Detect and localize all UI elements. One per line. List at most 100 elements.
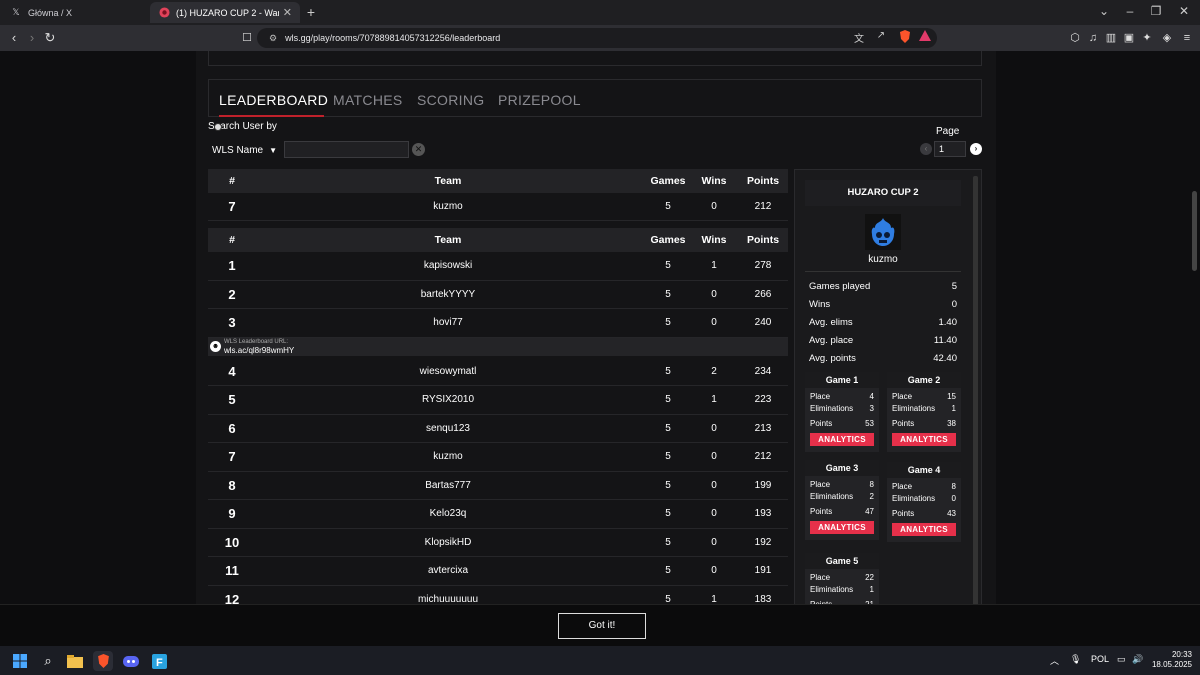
game-card-2: Game 2 Place 15 Eliminations 1 Points 38 AN… <box>887 372 961 452</box>
sidebar-icon[interactable]: ▥ <box>1102 29 1120 47</box>
search-input[interactable] <box>284 141 409 158</box>
brave-rewards-icon[interactable] <box>917 30 933 46</box>
tab-scoring[interactable]: SCORING <box>417 92 484 108</box>
page-number-input[interactable]: 1 <box>934 141 966 157</box>
microphone-icon[interactable]: 🎙 <box>1070 654 1081 665</box>
media-icon[interactable]: ♫ <box>1084 29 1102 47</box>
close-window-button[interactable]: ✕ <box>1174 4 1194 18</box>
my-rank-row[interactable]: 7 kuzmo 5 0 212 <box>208 193 788 221</box>
address-bar[interactable]: ⚙ wls.gg/play/rooms/707889814057312256/l… <box>257 28 937 48</box>
search-type-select[interactable]: WLS Name ▼ <box>212 142 280 158</box>
table-row[interactable]: 7 kuzmo 5 0 212 <box>208 443 788 472</box>
games: 5 <box>665 288 671 300</box>
panel-scrollbar[interactable] <box>973 176 978 604</box>
file-explorer-icon[interactable] <box>65 651 85 671</box>
games: 5 <box>665 365 671 377</box>
wins: 0 <box>711 508 717 520</box>
network-icon[interactable]: ▭ <box>1117 654 1126 665</box>
game-title: Game 1 <box>805 372 879 388</box>
prev-page-button[interactable]: ‹ <box>920 143 932 155</box>
extensions-icon[interactable]: ⬡ <box>1066 29 1084 47</box>
volume-icon[interactable]: 🔊 <box>1132 654 1143 665</box>
clear-search-icon[interactable]: ✕ <box>412 143 425 156</box>
header-games: Games <box>650 175 686 187</box>
games: 5 <box>665 201 671 212</box>
points: 223 <box>754 394 772 406</box>
analytics-button[interactable]: ANALYTICS <box>892 523 956 536</box>
tab-prizepool[interactable]: PRIZEPOOL <box>498 92 581 108</box>
browser-tab-x[interactable]: 𝕏 Główna / X <box>2 2 148 23</box>
table-row[interactable]: 12 michuuuuuuu 5 1 183 <box>208 586 788 604</box>
table-row[interactable]: 3 hovi77 5 0 240 <box>208 309 788 338</box>
search-icon[interactable]: ⌕ <box>38 651 58 671</box>
analytics-button[interactable]: ANALYTICS <box>810 433 874 446</box>
games: 5 <box>665 422 671 434</box>
back-button[interactable]: ‹ <box>5 29 23 47</box>
game-place: Place 8 <box>810 480 874 489</box>
table-row[interactable]: 10 KlopsikHD 5 0 192 <box>208 529 788 557</box>
x-logo-icon: 𝕏 <box>12 7 20 17</box>
menu-icon[interactable]: ≡ <box>1178 29 1196 47</box>
discord-icon[interactable] <box>121 651 141 671</box>
analytics-button[interactable]: ANALYTICS <box>810 521 874 534</box>
table-row[interactable]: 4 wiesowymatl 5 2 234 <box>208 358 788 386</box>
share-icon[interactable]: ↗ <box>873 30 889 46</box>
table-row[interactable]: 2 bartekYYYY 5 0 266 <box>208 281 788 309</box>
translate-icon[interactable]: 文 <box>851 30 867 46</box>
tab-list-chevron-icon[interactable]: ⌄ <box>1094 4 1114 18</box>
stat-label: Wins <box>809 299 831 310</box>
header-points: Points <box>746 175 780 187</box>
points: 193 <box>754 508 772 520</box>
table-row[interactable]: 5 RYSIX2010 5 1 223 <box>208 386 788 415</box>
wins: 0 <box>711 317 717 329</box>
tab-matches[interactable]: MATCHES <box>333 92 403 108</box>
stat-label: Games played <box>809 281 871 292</box>
page-scrollbar[interactable] <box>1192 191 1197 271</box>
tournament-title: HUZARO CUP 2 <box>805 180 961 206</box>
reload-button[interactable]: ↻ <box>41 29 59 47</box>
header-team: Team <box>434 175 462 187</box>
tray-chevron-icon[interactable]: ︿ <box>1050 654 1059 667</box>
leo-ai-icon[interactable]: ✦ <box>1138 29 1156 47</box>
minimize-button[interactable]: – <box>1120 4 1140 18</box>
site-settings-icon[interactable]: ⚙ <box>269 33 277 44</box>
game-elims: Eliminations 0 <box>892 494 956 503</box>
got-it-button[interactable]: Got it! <box>558 613 646 639</box>
active-tab-indicator <box>219 115 324 117</box>
games: 5 <box>665 479 671 491</box>
tab-leaderboard[interactable]: LEADERBOARD <box>219 92 328 108</box>
game-title: Game 4 <box>887 462 961 478</box>
clock[interactable]: 20:33 18.05.2025 <box>1150 650 1192 670</box>
table-row[interactable]: 6 senqu123 5 0 213 <box>208 415 788 443</box>
app-f-icon[interactable]: F <box>149 651 169 671</box>
bookmark-icon[interactable]: ☐ <box>238 29 256 47</box>
language-indicator[interactable]: POL <box>1091 654 1109 664</box>
table-row[interactable]: 9 Kelo23q 5 0 193 <box>208 500 788 529</box>
game-place: Place 8 <box>892 482 956 491</box>
next-page-button[interactable]: › <box>970 143 982 155</box>
vpn-icon[interactable]: ◈ <box>1158 29 1176 47</box>
analytics-button[interactable]: ANALYTICS <box>892 433 956 446</box>
table-header: # Team Games Wins Points <box>208 169 788 193</box>
forward-button[interactable]: › <box>23 29 41 47</box>
table-row[interactable]: 11 avtercixa 5 0 191 <box>208 557 788 586</box>
header-rank: # <box>229 234 235 246</box>
wallet-icon[interactable]: ▣ <box>1120 29 1138 47</box>
windows-start-icon[interactable] <box>10 651 30 671</box>
table-row[interactable]: 8 Bartas777 5 0 199 <box>208 472 788 500</box>
browser-tab-wls[interactable]: (1) HUZARO CUP 2 - War Legends ✕ <box>150 2 300 23</box>
maximize-button[interactable]: ❐ <box>1146 4 1166 18</box>
team-name: bartekYYYY <box>420 288 476 300</box>
wins: 2 <box>711 365 717 377</box>
table-row[interactable]: 1 kapisowski 5 1 278 <box>208 252 788 281</box>
banner-url[interactable]: wls.ac/ql8r98wmHY <box>224 346 294 355</box>
leaderboard-url-banner[interactable]: ☻ WLS Leaderboard URL: wls.ac/ql8r98wmHY <box>208 337 788 356</box>
points: 266 <box>754 288 772 300</box>
mouse-cursor-icon <box>214 123 222 131</box>
brave-browser-icon[interactable] <box>93 651 113 671</box>
new-tab-button[interactable]: + <box>303 4 319 20</box>
close-tab-icon[interactable]: ✕ <box>283 6 292 19</box>
brave-shields-icon[interactable] <box>897 30 913 46</box>
points: 183 <box>754 593 772 604</box>
url-text: wls.gg/play/rooms/707889814057312256/lea… <box>285 33 501 43</box>
